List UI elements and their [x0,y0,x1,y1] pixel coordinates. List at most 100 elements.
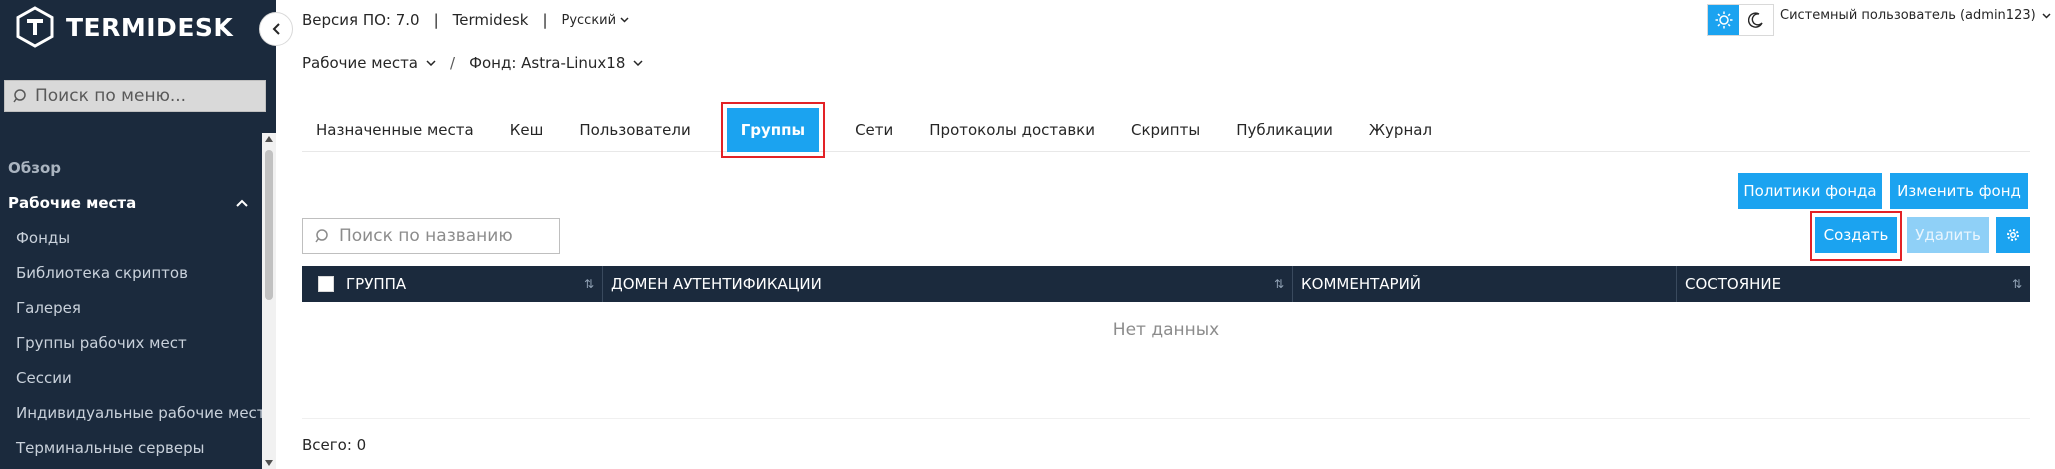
sidebar-menu: Обзор Рабочие места Фонды Библиотека скр… [0,150,262,465]
sidebar: TERMIDESK Поиск по меню... Обзор Рабочие… [0,0,276,469]
header-separator: | [542,11,548,29]
tab-label: Протоколы доставки [929,120,1095,139]
tab-assigned[interactable]: Назначенные места [302,108,496,152]
moon-icon [1748,12,1763,28]
sidebar-item-label: Терминальные серверы [16,438,205,457]
sidebar-item-script-library[interactable]: Библиотека скриптов [0,255,262,290]
sidebar-item-pools[interactable]: Фонды [0,220,262,255]
search-by-name-input[interactable]: Поиск по названию [302,218,560,254]
tab-label: Кеш [509,120,544,139]
chevron-down-icon [633,60,643,66]
column-auth-domain[interactable]: ДОМЕН АУТЕНТИФИКАЦИИ ⇅ [603,266,1293,302]
edit-pool-button[interactable]: Изменить фонд [1890,173,2028,209]
pool-policies-button[interactable]: Политики фонда [1738,173,1882,209]
sidebar-item-label: Группы рабочих мест [16,333,187,352]
delete-button[interactable]: Удалить [1907,217,1989,253]
sort-icon[interactable]: ⇅ [2012,277,2022,291]
chevron-down-icon [426,60,436,66]
column-status[interactable]: СОСТОЯНИЕ ⇅ [1677,266,2030,302]
sort-icon[interactable]: ⇅ [584,277,594,291]
tab-label: Назначенные места [316,120,474,139]
sidebar-item-terminal-servers[interactable]: Терминальные серверы [0,430,262,465]
sidebar-item-workplaces[interactable]: Рабочие места [0,185,262,220]
sidebar-item-label: Сессии [16,368,72,387]
sidebar-search-input[interactable]: Поиск по меню... [4,80,266,112]
column-label: ДОМЕН АУТЕНТИФИКАЦИИ [611,275,822,293]
language-select[interactable]: Русский [562,13,630,28]
search-placeholder: Поиск по названию [339,226,513,246]
settings-button[interactable] [1996,217,2030,253]
pool-tabs: Назначенные места Кеш Пользователи Групп… [302,101,2030,158]
gear-icon [2007,229,2019,241]
light-theme-button[interactable] [1708,5,1739,35]
user-menu[interactable]: Системный пользователь (admin123) [1780,8,2051,23]
chevron-down-icon [620,17,629,23]
sidebar-item-label: Библиотека скриптов [16,263,188,282]
chevron-down-icon [2042,12,2051,19]
tab-groups-active[interactable]: Группы [726,107,820,152]
scrollbar-thumb[interactable] [265,150,273,300]
breadcrumb-separator: / [450,54,456,72]
sun-icon [1715,11,1732,29]
sidebar-item-workplace-groups[interactable]: Группы рабочих мест [0,325,262,360]
sidebar-item-sessions[interactable]: Сессии [0,360,262,395]
tab-label: Скрипты [1130,120,1201,139]
sidebar-item-individual-workplaces[interactable]: Индивидуальные рабочие места [0,395,262,430]
breadcrumb-workplaces[interactable]: Рабочие места [302,54,436,72]
tab-label: Журнал [1368,120,1433,139]
breadcrumb: Рабочие места / Фонд: Astra-Linux18 [302,54,643,72]
sidebar-item-label: Индивидуальные рабочие места [16,403,262,422]
select-all-checkbox[interactable] [318,276,334,292]
sort-icon[interactable]: ⇅ [1274,277,1284,291]
tab-users[interactable]: Пользователи [565,108,712,152]
theme-toggle[interactable] [1707,4,1774,36]
sidebar-search-placeholder: Поиск по меню... [35,86,187,106]
sidebar-item-label: Фонды [16,228,71,247]
tab-label: Сети [855,120,894,139]
tab-delivery-protocols[interactable]: Протоколы доставки [915,108,1117,152]
table-footer-divider [302,418,2030,419]
tab-label: Пользователи [579,120,691,139]
dark-theme-button[interactable] [1739,5,1773,35]
tab-cache[interactable]: Кеш [496,108,566,152]
search-icon [13,89,26,103]
sidebar-scrollbar[interactable] [262,133,276,469]
breadcrumb-label: Фонд: Astra-Linux18 [469,54,626,72]
tab-label: Публикации [1236,120,1333,139]
breadcrumb-label: Рабочие места [302,54,418,72]
tab-networks[interactable]: Сети [841,108,915,152]
version-text: Версия ПО: 7.0 [302,11,420,29]
logo[interactable]: TERMIDESK [14,6,233,48]
column-label: СОСТОЯНИЕ [1685,275,1782,293]
tab-publications[interactable]: Публикации [1222,108,1355,152]
product-name: Termidesk [452,11,529,29]
sidebar-item-label: Рабочие места [8,193,137,212]
header-separator: | [433,11,439,29]
sidebar-item-label: Обзор [8,158,61,177]
scroll-down-icon[interactable] [265,460,273,466]
create-button[interactable]: Создать [1815,217,1897,253]
tab-scripts[interactable]: Скрипты [1117,108,1222,152]
logo-text: TERMIDESK [66,12,234,42]
search-icon [315,229,328,243]
collapse-sidebar-button[interactable] [259,12,293,46]
column-label: ГРУППА [346,275,407,293]
column-label: КОММЕНТАРИЙ [1301,275,1422,293]
breadcrumb-pool[interactable]: Фонд: Astra-Linux18 [469,54,643,72]
user-name: Системный пользователь (admin123) [1780,8,2036,23]
scroll-up-icon[interactable] [265,136,273,142]
total-count: Всего: 0 [302,436,367,454]
sidebar-item-overview[interactable]: Обзор [0,150,262,185]
column-group[interactable]: ГРУППА ⇅ [302,266,603,302]
empty-state-text: Нет данных [1112,320,1220,340]
sidebar-item-label: Галерея [16,298,81,317]
tab-highlight-frame: Группы [720,101,826,158]
column-comment[interactable]: КОММЕНТАРИЙ [1293,266,1677,302]
language-label: Русский [561,12,617,28]
chevron-left-icon [272,23,280,35]
table-header: ГРУППА ⇅ ДОМЕН АУТЕНТИФИКАЦИИ ⇅ КОММЕНТА… [302,266,2030,302]
tab-label: Группы [740,120,806,139]
sidebar-item-gallery[interactable]: Галерея [0,290,262,325]
tab-journal[interactable]: Журнал [1355,108,1454,152]
tab-groups[interactable]: Группы [720,101,826,158]
